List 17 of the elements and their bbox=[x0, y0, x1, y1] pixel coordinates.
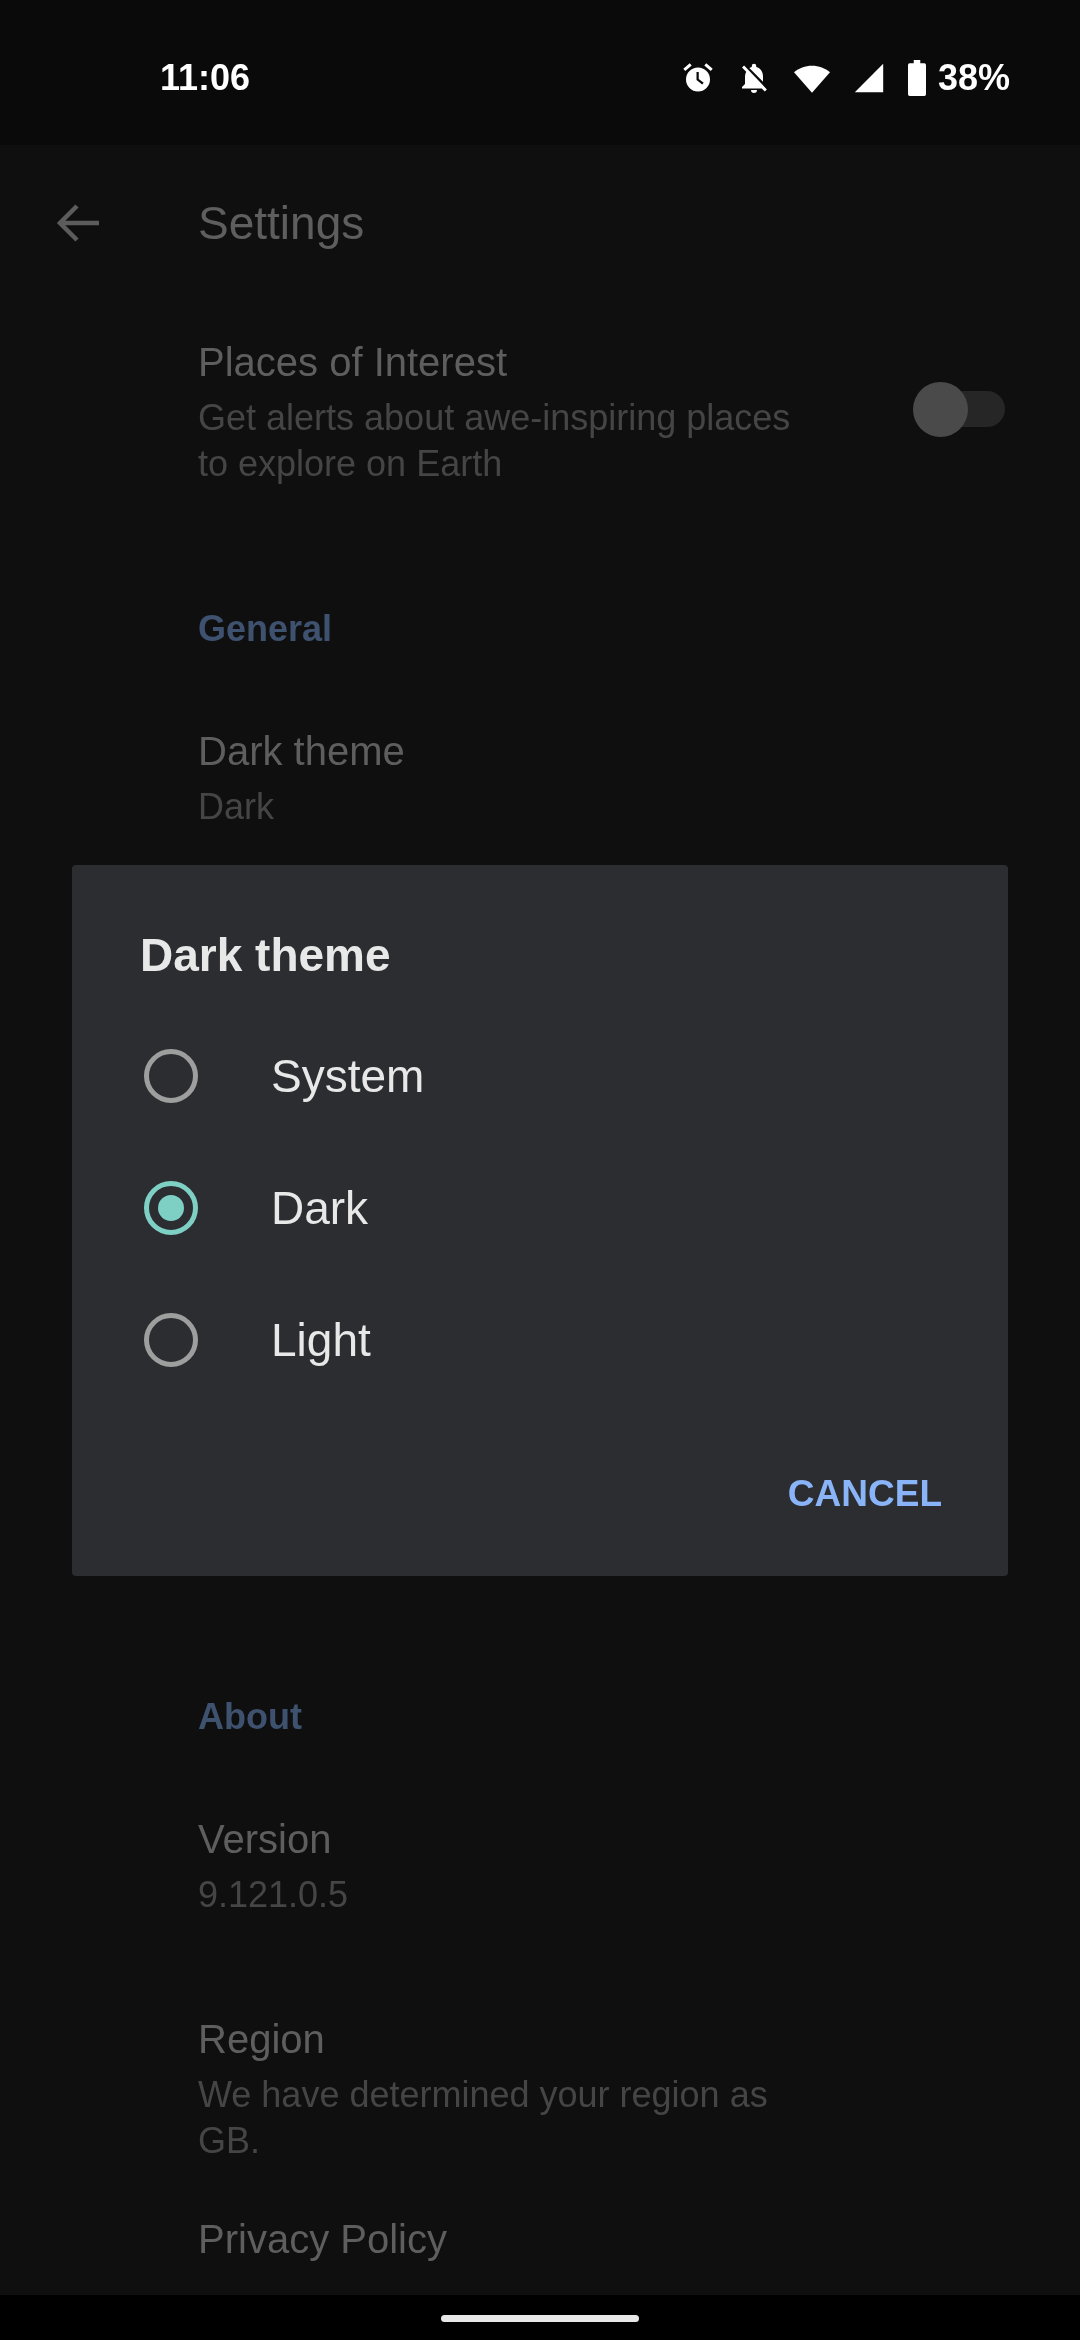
toggle-switch[interactable] bbox=[913, 382, 1005, 437]
battery-icon bbox=[905, 59, 928, 96]
radio-button[interactable] bbox=[144, 1313, 198, 1367]
option-label[interactable]: System bbox=[271, 1049, 425, 1103]
dialog-title: Dark theme bbox=[139, 928, 392, 983]
screen-title: Settings bbox=[198, 195, 365, 250]
option-label[interactable]: Light bbox=[271, 1313, 371, 1367]
option-label[interactable]: Dark bbox=[271, 1181, 369, 1235]
battery-percentage: 38% bbox=[937, 56, 1010, 99]
section-header: General bbox=[198, 608, 333, 649]
status-time: 11:06 bbox=[160, 56, 251, 99]
back-arrow-icon[interactable] bbox=[55, 202, 101, 243]
radio-button[interactable] bbox=[144, 1181, 198, 1235]
radio-button[interactable] bbox=[144, 1049, 198, 1103]
setting-title: Places of Interest bbox=[198, 339, 509, 386]
section-header: About bbox=[198, 1696, 302, 1737]
cancel-button[interactable]: CANCEL bbox=[771, 1457, 958, 1531]
